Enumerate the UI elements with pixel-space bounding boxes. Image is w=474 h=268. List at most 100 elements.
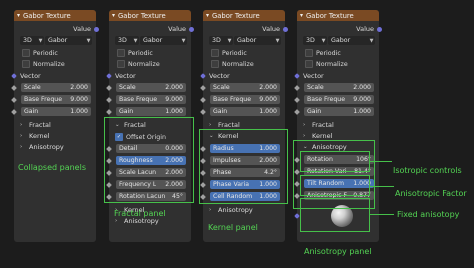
output-socket-icon[interactable] bbox=[283, 27, 288, 32]
base-frequency-field[interactable]: Base Freque 9.000 bbox=[304, 95, 374, 104]
checkbox-icon bbox=[117, 49, 125, 57]
kernel-panel-header[interactable]: › Kernel bbox=[303, 132, 332, 140]
base-frequency-field[interactable]: Base Freque 9.000 bbox=[116, 95, 186, 104]
fractal-panel-header[interactable]: › Fractal bbox=[20, 121, 51, 129]
chevron-right-icon: › bbox=[20, 122, 23, 128]
checkbox-icon bbox=[305, 49, 313, 57]
vector-label: Vector bbox=[20, 72, 41, 80]
periodic-checkbox[interactable]: Periodic bbox=[22, 49, 58, 57]
vector-label: Vector bbox=[303, 72, 324, 80]
periodic-checkbox[interactable]: Periodic bbox=[305, 49, 341, 57]
gabor-node-collapsed[interactable]: ▾ Gabor Texture Value 3D ▼ Gabor ▼ Periodi… bbox=[11, 10, 99, 242]
checkbox-icon bbox=[22, 49, 30, 57]
dimensions-dropdown[interactable]: 3D ▼ bbox=[20, 36, 44, 45]
gabor-node-kernel[interactable]: ▾ Gabor Texture Value 3D ▼ Gabor ▼ Periodi… bbox=[200, 10, 288, 242]
gain-field[interactable]: Gain 1.000 bbox=[116, 107, 186, 116]
scale-field[interactable]: Scale 2.000 bbox=[116, 83, 186, 92]
vector-socket-icon[interactable] bbox=[294, 73, 300, 79]
checkbox-icon bbox=[117, 60, 125, 68]
scale-field[interactable]: Scale 2.000 bbox=[21, 83, 91, 92]
socket-icon[interactable] bbox=[106, 85, 112, 91]
anisotropic-factor-box bbox=[300, 175, 370, 196]
node-header[interactable]: ▾ Gabor Texture bbox=[297, 10, 379, 21]
type-dropdown[interactable]: Gabor ▼ bbox=[140, 36, 187, 45]
fixed-connector-line bbox=[370, 214, 394, 216]
chevron-right-icon: › bbox=[20, 133, 23, 139]
caption-anisotropic-factor: Anisotropic Factor bbox=[395, 189, 467, 198]
chevron-down-icon: ▼ bbox=[369, 37, 374, 44]
output-value-label: Value bbox=[168, 25, 186, 33]
normalize-checkbox[interactable]: Normalize bbox=[22, 60, 65, 68]
anisotropy-panel-header[interactable]: › Anisotropy bbox=[209, 206, 253, 214]
normalize-checkbox[interactable]: Normalize bbox=[211, 60, 254, 68]
periodic-checkbox[interactable]: Periodic bbox=[211, 49, 247, 57]
socket-icon[interactable] bbox=[200, 109, 206, 115]
caption-fractal-panel: Fractal panel bbox=[114, 209, 166, 218]
socket-icon[interactable] bbox=[200, 85, 206, 91]
dimensions-dropdown[interactable]: 3D ▼ bbox=[209, 36, 233, 45]
type-dropdown[interactable]: Gabor ▼ bbox=[234, 36, 281, 45]
isotropic-controls-box bbox=[300, 151, 370, 172]
anisotropy-panel-header[interactable]: › Anisotropy bbox=[20, 143, 64, 151]
node-title: Gabor Texture bbox=[23, 11, 71, 20]
chevron-down-icon: ▼ bbox=[86, 37, 91, 44]
socket-icon[interactable] bbox=[11, 109, 17, 115]
scale-field[interactable]: Scale 2.000 bbox=[210, 83, 280, 92]
normalize-checkbox[interactable]: Normalize bbox=[305, 60, 348, 68]
caption-kernel-panel: Kernel panel bbox=[208, 223, 258, 232]
chevron-down-icon[interactable]: ▾ bbox=[109, 12, 118, 19]
node-header[interactable]: ▾ Gabor Texture bbox=[109, 10, 191, 21]
socket-icon[interactable] bbox=[294, 109, 300, 115]
scale-field[interactable]: Scale 2.000 bbox=[304, 83, 374, 92]
chevron-down-icon: ▼ bbox=[181, 37, 186, 44]
output-socket-icon[interactable] bbox=[189, 27, 194, 32]
output-socket-icon[interactable] bbox=[377, 27, 382, 32]
node-header[interactable]: ▾ Gabor Texture bbox=[203, 10, 285, 21]
output-socket-icon[interactable] bbox=[94, 27, 99, 32]
vector-socket-icon[interactable] bbox=[11, 73, 17, 79]
socket-icon[interactable] bbox=[294, 85, 300, 91]
kernel-panel-header[interactable]: › Kernel bbox=[20, 132, 49, 140]
vector-label: Vector bbox=[209, 72, 230, 80]
dimensions-dropdown[interactable]: 3D ▼ bbox=[303, 36, 327, 45]
gain-field[interactable]: Gain 1.000 bbox=[210, 107, 280, 116]
node-header[interactable]: ▾ Gabor Texture bbox=[14, 10, 96, 21]
socket-icon[interactable] bbox=[200, 97, 206, 103]
type-dropdown[interactable]: Gabor ▼ bbox=[328, 36, 375, 45]
fractal-panel-header[interactable]: › Fractal bbox=[209, 121, 240, 129]
chevron-down-icon[interactable]: ▾ bbox=[14, 12, 23, 19]
chevron-down-icon[interactable]: ▾ bbox=[203, 12, 212, 19]
type-dropdown[interactable]: Gabor ▼ bbox=[45, 36, 92, 45]
socket-icon[interactable] bbox=[106, 109, 112, 115]
vector-socket-icon[interactable] bbox=[106, 73, 112, 79]
kernel-callout-box bbox=[199, 129, 288, 204]
caption-anisotropy-panel: Anisotropy panel bbox=[304, 247, 372, 256]
periodic-checkbox[interactable]: Periodic bbox=[117, 49, 153, 57]
chevron-down-icon: ▼ bbox=[38, 37, 43, 44]
socket-icon[interactable] bbox=[11, 85, 17, 91]
fractal-panel-header[interactable]: › Fractal bbox=[303, 121, 334, 129]
direction-socket-icon[interactable] bbox=[294, 213, 300, 219]
base-frequency-field[interactable]: Base Freque 9.000 bbox=[210, 95, 280, 104]
fixed-anisotropy-box bbox=[300, 198, 370, 232]
socket-icon[interactable] bbox=[294, 97, 300, 103]
caption-isotropic-controls: Isotropic controls bbox=[393, 166, 462, 175]
chevron-right-icon: › bbox=[209, 122, 212, 128]
base-frequency-field[interactable]: Base Freque 9.000 bbox=[21, 95, 91, 104]
chevron-right-icon: › bbox=[303, 122, 306, 128]
node-title: Gabor Texture bbox=[118, 11, 166, 20]
normalize-checkbox[interactable]: Normalize bbox=[117, 60, 160, 68]
checkbox-icon bbox=[211, 49, 219, 57]
anisotropy-panel-header[interactable]: › Anisotropy bbox=[115, 217, 159, 225]
dimensions-dropdown[interactable]: 3D ▼ bbox=[115, 36, 139, 45]
gain-field[interactable]: Gain 1.000 bbox=[21, 107, 91, 116]
socket-icon[interactable] bbox=[11, 97, 17, 103]
node-title: Gabor Texture bbox=[212, 11, 260, 20]
chevron-down-icon[interactable]: ▾ bbox=[297, 12, 306, 19]
isotropic-connector-line bbox=[370, 161, 392, 163]
socket-icon[interactable] bbox=[106, 97, 112, 103]
gain-field[interactable]: Gain 1.000 bbox=[304, 107, 374, 116]
vector-socket-icon[interactable] bbox=[200, 73, 206, 79]
vector-label: Vector bbox=[115, 72, 136, 80]
caption-fixed-anisotropy: Fixed anisotopy bbox=[397, 210, 460, 219]
